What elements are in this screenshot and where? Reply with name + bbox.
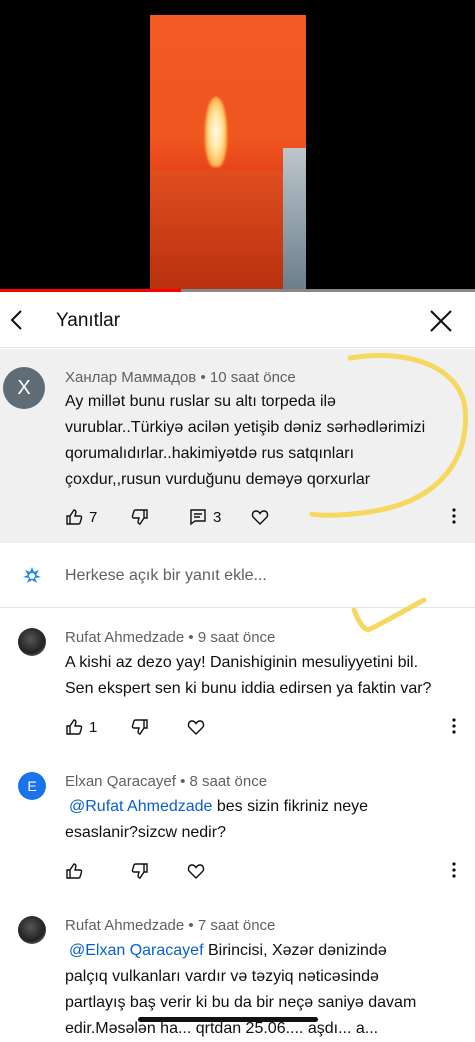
comment-line-text: bes sizin fikriniz neye [212,798,369,815]
home-indicator [138,1017,318,1022]
heart-icon [187,864,205,879]
thumbs-down-icon [131,509,148,525]
comment-line: vurublar..Türkiyə acilən yetişib dəniz s… [65,419,426,436]
channel-avatar-icon [23,567,41,583]
comment-time: 7 saat önce [197,917,276,934]
comment-text: Ay millət bunu ruslar su altı torpeda il… [65,389,460,493]
comment-time: 8 saat önce [189,773,268,790]
comment-line: Ay millət bunu ruslar su altı torpeda il… [65,393,336,410]
video-player[interactable] [0,0,475,291]
avatar[interactable] [18,628,46,656]
more-vert-icon[interactable] [449,860,459,880]
comment-line: palçıq vulkanları vardır və təzyiq nətic… [65,968,379,985]
platform-structure [283,148,306,291]
heart-button[interactable] [251,505,269,529]
like-count: 7 [89,508,98,526]
comment-author[interactable]: Ханлар Маммадов [65,369,196,386]
flame-image [205,97,227,167]
avatar[interactable]: E [18,772,46,800]
comment-meta: Ханлар Маммадов • 10 saat önce [65,369,296,386]
reply-input[interactable]: Herkese açık bir yanıt ekle... [65,567,267,585]
comment-meta: Rufat Ahmedzade • 9 saat önce [65,629,275,646]
comment-line-text: Birincisi, Xəzər dənizində [203,942,387,959]
heart-icon [251,510,269,525]
comment-line: çoxdur,,rusun vurduğunu deməyə qorxurlar [65,471,371,488]
comment-actions: 1 [65,715,465,739]
comment-author[interactable]: Elxan Qaracayef [65,773,176,790]
thumbs-up-icon [66,719,83,735]
comment-line: Sen ekspert sen ki bunu iddia edirsen ya… [65,680,432,697]
comment-meta: Elxan Qaracayef • 8 saat önce [65,773,267,790]
comment-line: esaslanir?sizcw nedir? [65,824,226,841]
comment-actions: 7 3 [65,505,465,529]
mention-link[interactable]: @Elxan Qaracayef [69,942,204,959]
dislike-button[interactable] [131,505,149,529]
avatar[interactable] [18,916,46,944]
comment-text: @Elxan Qaracayef Birincisi, Xəzər dənizi… [65,938,460,1042]
comment-author[interactable]: Rufat Ahmedzade [65,629,184,646]
thumbs-down-icon [131,719,148,735]
comment-actions [65,859,465,883]
heart-button[interactable] [187,859,205,883]
replies-header: Yanıtlar [0,292,475,348]
comment-line: @Elxan Qaracayef Birincisi, Xəzər dənizi… [65,938,460,964]
comment-meta: Rufat Ahmedzade • 7 saat önce [65,917,275,934]
meta-separator: • [188,629,198,646]
meta-separator: • [188,917,198,934]
reply-count-button[interactable]: 3 [189,505,221,529]
thumbs-up-icon [66,509,83,525]
avatar[interactable]: X [3,367,45,409]
thumbs-up-icon [66,863,83,879]
comment-time: 9 saat önce [197,629,276,646]
comment-line: partlayış baş verir ki bu da bir neçə sa… [65,994,417,1011]
comment-line: @Rufat Ahmedzade bes sizin fikriniz neye [65,794,460,820]
replies-title: Yanıtlar [56,310,121,331]
comment-text: @Rufat Ahmedzade bes sizin fikriniz neye… [65,794,460,846]
like-count: 1 [89,718,98,736]
comment-icon [190,509,206,526]
like-button[interactable]: 1 [65,715,97,739]
like-button[interactable] [65,859,83,883]
video-frame [150,15,306,291]
more-vert-icon[interactable] [449,506,459,526]
close-icon[interactable] [428,308,454,334]
comment-time: 10 saat önce [209,369,296,386]
comment-line: qorumalıdırlar..hakimiyətdə rus satqınla… [65,445,355,462]
like-button[interactable]: 7 [65,505,97,529]
meta-separator: • [200,369,210,386]
more-vert-icon[interactable] [449,716,459,736]
dislike-button[interactable] [131,715,149,739]
reply-count: 3 [213,508,222,526]
chevron-left-icon[interactable] [6,308,28,332]
add-reply-row[interactable]: Herkese açık bir yanıt ekle... [0,544,475,608]
dislike-button[interactable] [131,859,149,883]
comment-author[interactable]: Rufat Ahmedzade [65,917,184,934]
parent-comment: X Ханлар Маммадов • 10 saat önce Ay mill… [0,349,475,543]
heart-icon [187,720,205,735]
comment-line: A kishi az dezo yay! Danishiginin mesuli… [65,654,419,671]
thumbs-down-icon [131,863,148,879]
heart-button[interactable] [187,715,205,739]
comment-text: A kishi az dezo yay! Danishiginin mesuli… [65,650,460,702]
mention-link[interactable]: @Rufat Ahmedzade [69,798,212,815]
